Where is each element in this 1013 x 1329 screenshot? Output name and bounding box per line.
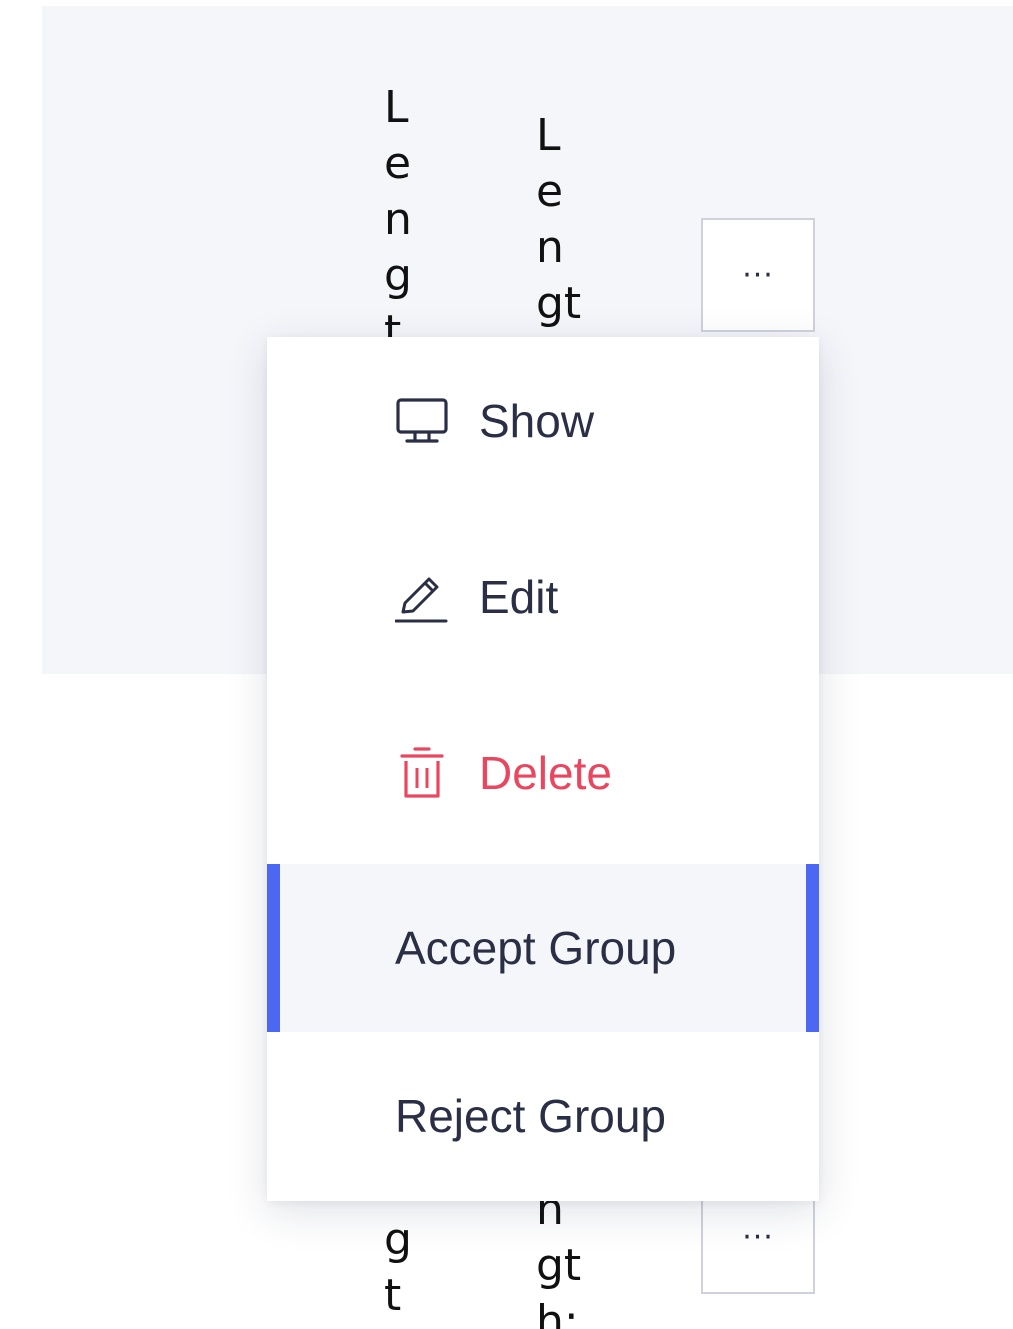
menu-item-reject-group[interactable]: Reject Group [267,1032,819,1200]
menu-item-edit-label: Edit [479,571,559,623]
menu-item-edit[interactable]: Edit [267,513,819,681]
length-cell-col1: L e n g t [384,82,412,337]
length-cell-col2-bottom: n gt h: [536,1200,582,1329]
ellipsis-icon: ··· [742,257,774,293]
length-cell-col2: L e n gt [536,110,582,329]
length-cell-col1-bottom: g t [384,1214,412,1321]
monitor-icon [396,398,448,443]
menu-item-accept-group[interactable]: Accept Group [267,864,819,1032]
more-actions-button[interactable]: ··· [701,218,815,332]
menu-item-show-label: Show [479,395,595,447]
pencil-icon [395,577,448,623]
menu-item-show[interactable]: Show [267,337,819,505]
table-row-bottom: g t n gt h: ··· [0,1200,1013,1329]
more-actions-button-2[interactable]: ··· [701,1200,815,1294]
menu-item-accept-group-label: Accept Group [395,922,677,974]
table-row-top: L e n g t L e n gt ··· [0,0,1013,337]
menu-item-reject-group-label: Reject Group [395,1090,667,1142]
menu-item-delete-label: Delete [479,747,612,799]
trash-icon [400,747,444,798]
menu-item-delete[interactable]: Delete [267,689,819,857]
ellipsis-icon: ··· [742,1219,774,1255]
actions-dropdown-menu: Show Edit Delete Accept Group Reject Gro… [267,337,819,1201]
